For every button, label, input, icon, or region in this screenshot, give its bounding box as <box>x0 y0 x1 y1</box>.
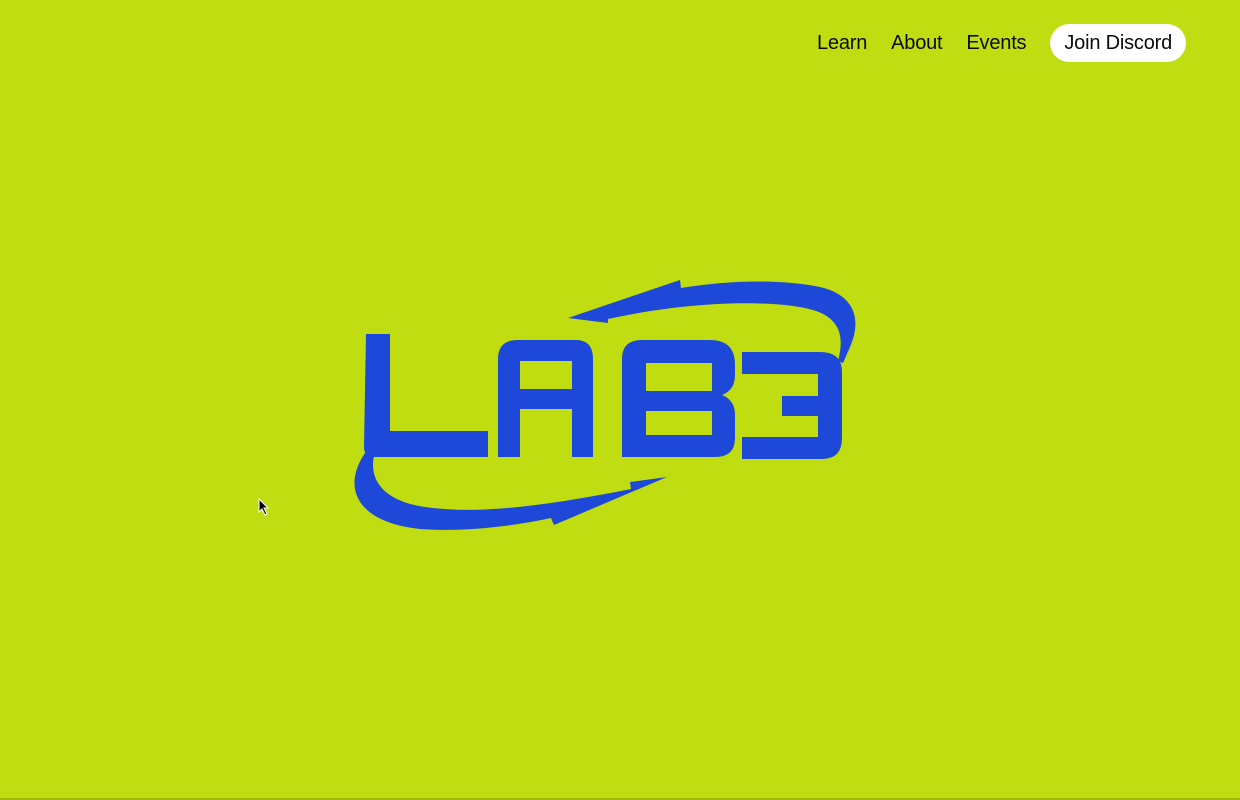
lab3-logo <box>350 275 860 530</box>
lab3-logo-graphic <box>354 280 856 530</box>
mouse-pointer-icon <box>258 498 270 516</box>
landing-page: Learn About Events Join Discord <box>0 0 1240 800</box>
join-discord-button[interactable]: Join Discord <box>1050 24 1186 62</box>
nav-link-events[interactable]: Events <box>966 32 1026 55</box>
nav-link-about[interactable]: About <box>891 32 942 55</box>
nav-link-learn[interactable]: Learn <box>817 32 867 55</box>
top-navigation: Learn About Events Join Discord <box>817 24 1186 62</box>
